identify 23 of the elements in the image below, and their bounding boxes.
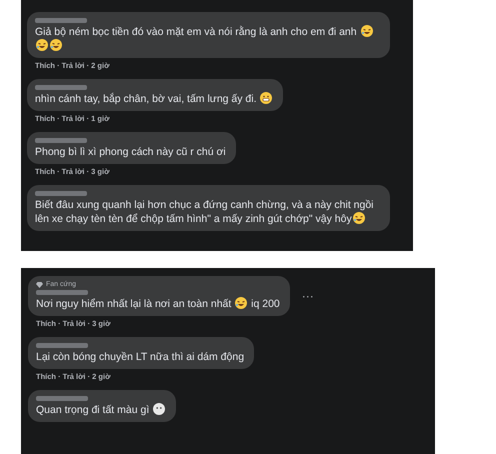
smiling-face-icon	[260, 92, 272, 104]
blurred-name	[36, 290, 88, 295]
blurred-name	[35, 138, 87, 143]
laughing-face-icon	[352, 212, 365, 224]
blurred-name	[35, 85, 87, 90]
blurred-name	[35, 18, 87, 23]
comment-text: Phong bì lì xì phong cách này cũ r chú ơi	[35, 145, 226, 159]
blank-face-icon	[153, 403, 166, 415]
more-options-button[interactable]: ···	[302, 289, 314, 303]
comment-text: nhìn cánh tay, bắp chân, bờ vai, tấm lưng ấy đi.	[35, 92, 274, 106]
blurred-name	[36, 396, 88, 401]
laughing-face-icon	[36, 39, 48, 51]
comment-text: Biết đâu xung quanh lại hơn chục a đứng canh chừng, và a này chit ngồi lên xe chạy tèn tèn để chộp tấm hình" a mấy zinh gút chớp" vậy hôy	[35, 198, 375, 226]
diamond-icon	[36, 282, 43, 288]
blurred-name	[35, 191, 87, 196]
laughing-face-icon	[360, 25, 373, 37]
blurred-name	[36, 343, 88, 348]
comment-text: Nơi nguy hiểm nhất lại là nơi an toàn nhất iq 200	[36, 297, 280, 311]
comment-text: Quan trọng đi tất màu gì	[36, 403, 166, 417]
comment-text: Lại còn bóng chuyền LT nữa thì ai dám động	[36, 350, 244, 364]
laughing-face-icon	[235, 297, 248, 309]
comment-text: Giả bộ ném bọc tiền đó vào mặt em và nói rằng là anh cho em đi anh	[35, 25, 380, 53]
laughing-face-icon	[50, 39, 62, 51]
